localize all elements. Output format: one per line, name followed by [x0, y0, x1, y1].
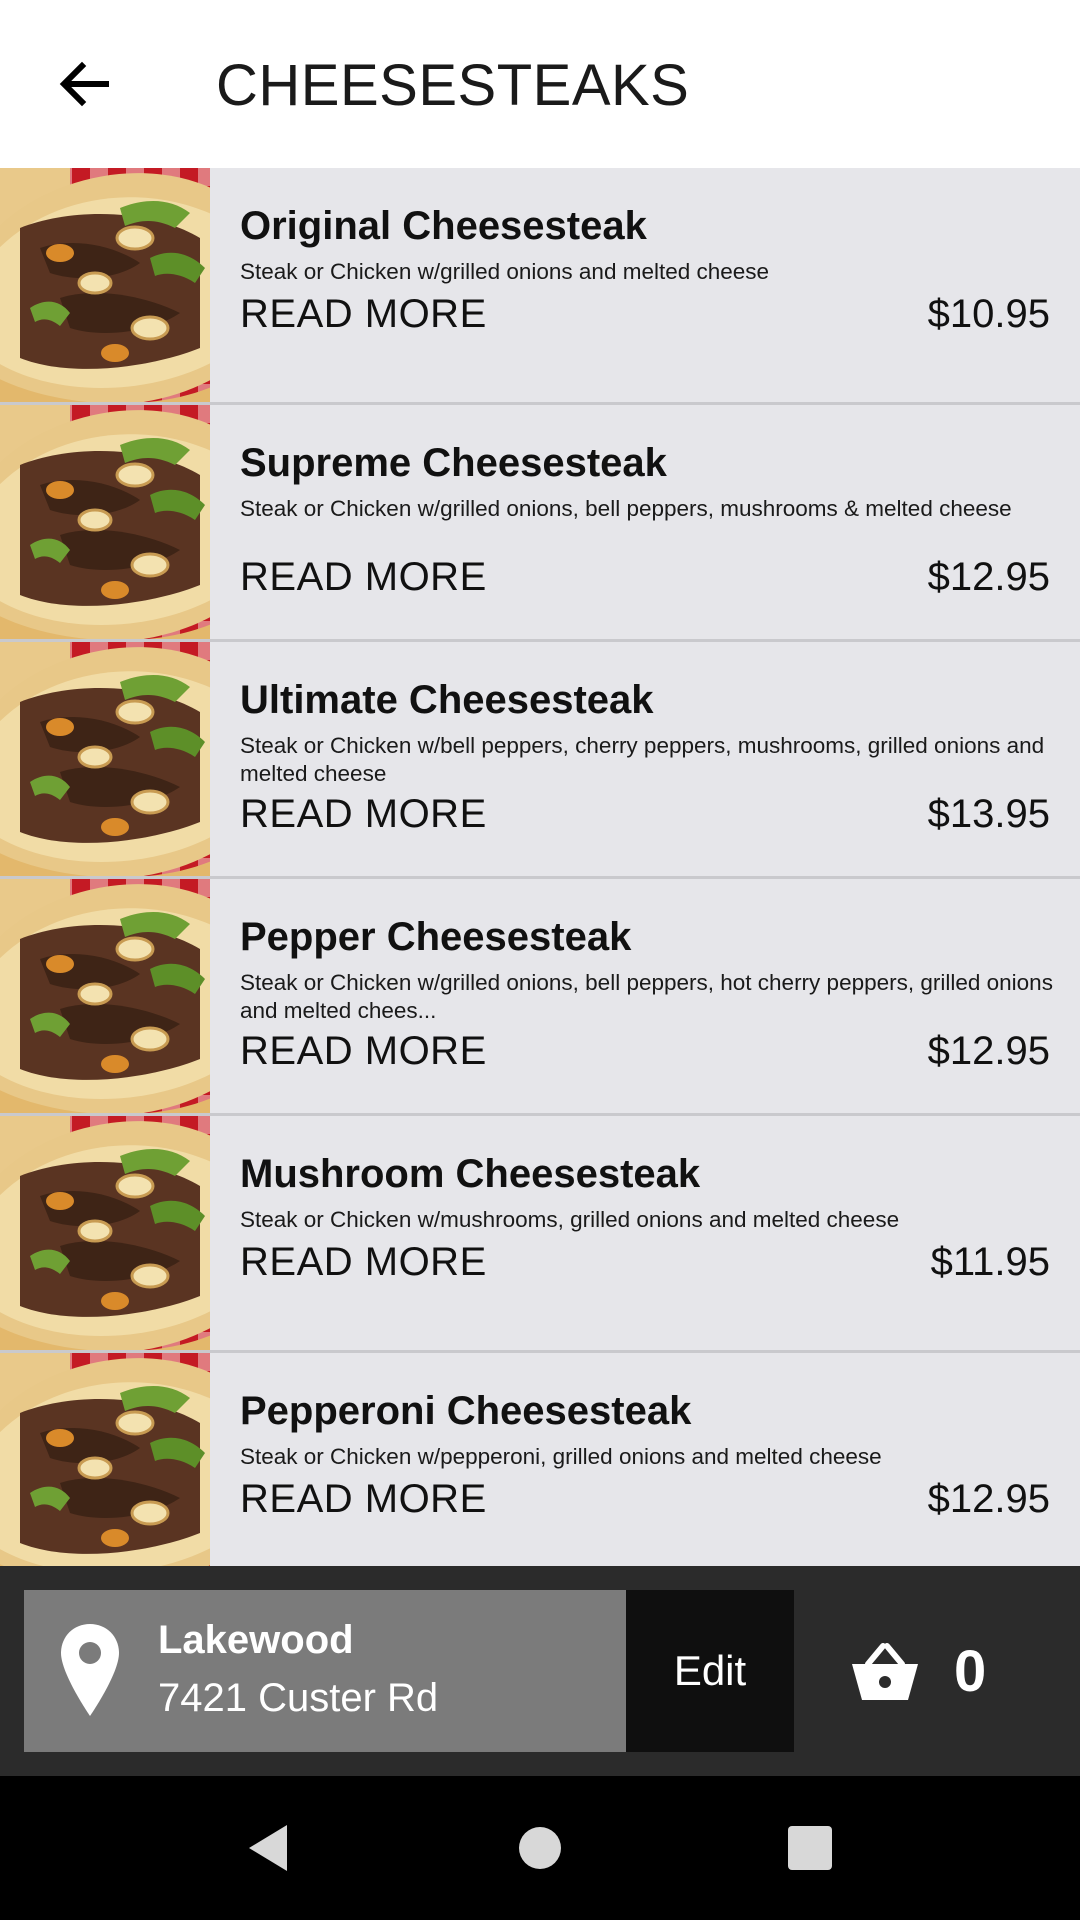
menu-item[interactable]: Original Cheesesteak Steak or Chicken w/…	[0, 168, 1080, 405]
menu-item-image	[0, 642, 210, 876]
home-circle-icon	[519, 1827, 561, 1869]
system-home-button[interactable]	[498, 1806, 582, 1890]
store-name: Lakewood	[158, 1618, 354, 1662]
read-more-link[interactable]: READ MORE	[240, 1029, 487, 1074]
menu-item-price: $11.95	[930, 1240, 1050, 1284]
edit-location-button[interactable]: Edit	[626, 1590, 794, 1752]
menu-item-description: Steak or Chicken w/pepperoni, grilled on…	[240, 1444, 882, 1469]
recents-square-icon	[788, 1826, 832, 1870]
store-location[interactable]: Lakewood 7421 Custer Rd	[24, 1590, 626, 1752]
menu-item-image	[0, 168, 210, 402]
menu-item-image	[0, 879, 210, 1113]
menu-item-name: Ultimate Cheesesteak	[240, 678, 654, 722]
map-pin-icon	[61, 1624, 119, 1716]
menu-item-description: Steak or Chicken w/mushrooms, grilled on…	[240, 1207, 900, 1232]
menu-item-price: $12.95	[927, 1029, 1050, 1073]
menu-item-description: Steak or Chicken w/grilled onions, bell …	[240, 496, 1012, 521]
menu-item-price: $12.95	[927, 555, 1050, 599]
menu-item-image	[0, 1353, 210, 1566]
menu-item-description: Steak or Chicken w/grilled onions and me…	[240, 259, 770, 284]
read-more-link[interactable]: READ MORE	[240, 1240, 487, 1285]
menu-item[interactable]: Pepperoni Cheesesteak Steak or Chicken w…	[0, 1353, 1080, 1566]
cart-count: 0	[954, 1638, 987, 1704]
menu-item-name: Mushroom Cheesesteak	[240, 1152, 701, 1196]
back-triangle-icon	[249, 1825, 287, 1871]
cart-button[interactable]: 0	[850, 1626, 986, 1716]
menu-list[interactable]: Original Cheesesteak Steak or Chicken w/…	[0, 168, 1080, 1566]
menu-item-image	[0, 1116, 210, 1350]
read-more-link[interactable]: READ MORE	[240, 555, 487, 600]
menu-item[interactable]: Mushroom Cheesesteak Steak or Chicken w/…	[0, 1116, 1080, 1353]
system-back-button[interactable]	[226, 1806, 310, 1890]
arrow-left-icon	[59, 61, 109, 107]
system-navigation-bar	[0, 1776, 1080, 1920]
menu-item[interactable]: Supreme Cheesesteak Steak or Chicken w/g…	[0, 405, 1080, 642]
menu-item-name: Pepperoni Cheesesteak	[240, 1389, 692, 1433]
read-more-link[interactable]: READ MORE	[240, 1477, 487, 1522]
menu-item-description: Steak or Chicken w/grilled onions, bell …	[240, 970, 1053, 1023]
menu-item-price: $12.95	[927, 1477, 1050, 1521]
menu-item[interactable]: Pepper Cheesesteak Steak or Chicken w/gr…	[0, 879, 1080, 1116]
menu-item-description: Steak or Chicken w/bell peppers, cherry …	[240, 733, 1045, 786]
menu-item-image	[0, 405, 210, 639]
menu-item-price: $13.95	[927, 792, 1050, 836]
menu-item[interactable]: Ultimate Cheesesteak Steak or Chicken w/…	[0, 642, 1080, 879]
page-title: CHEESESTEAKS	[216, 53, 690, 118]
menu-item-price: $10.95	[927, 292, 1050, 336]
read-more-link[interactable]: READ MORE	[240, 292, 487, 337]
app-header: CHEESESTEAKS	[0, 0, 1080, 168]
location-cart-bar: Lakewood 7421 Custer Rd Edit 0	[0, 1566, 1080, 1776]
menu-item-name: Supreme Cheesesteak	[240, 441, 667, 485]
menu-item-name: Pepper Cheesesteak	[240, 915, 632, 959]
store-address: 7421 Custer Rd	[158, 1676, 439, 1720]
read-more-link[interactable]: READ MORE	[240, 792, 487, 837]
back-button[interactable]	[44, 44, 124, 124]
system-recents-button[interactable]	[768, 1806, 852, 1890]
menu-item-name: Original Cheesesteak	[240, 204, 647, 248]
shopping-basket-icon	[852, 1643, 918, 1700]
